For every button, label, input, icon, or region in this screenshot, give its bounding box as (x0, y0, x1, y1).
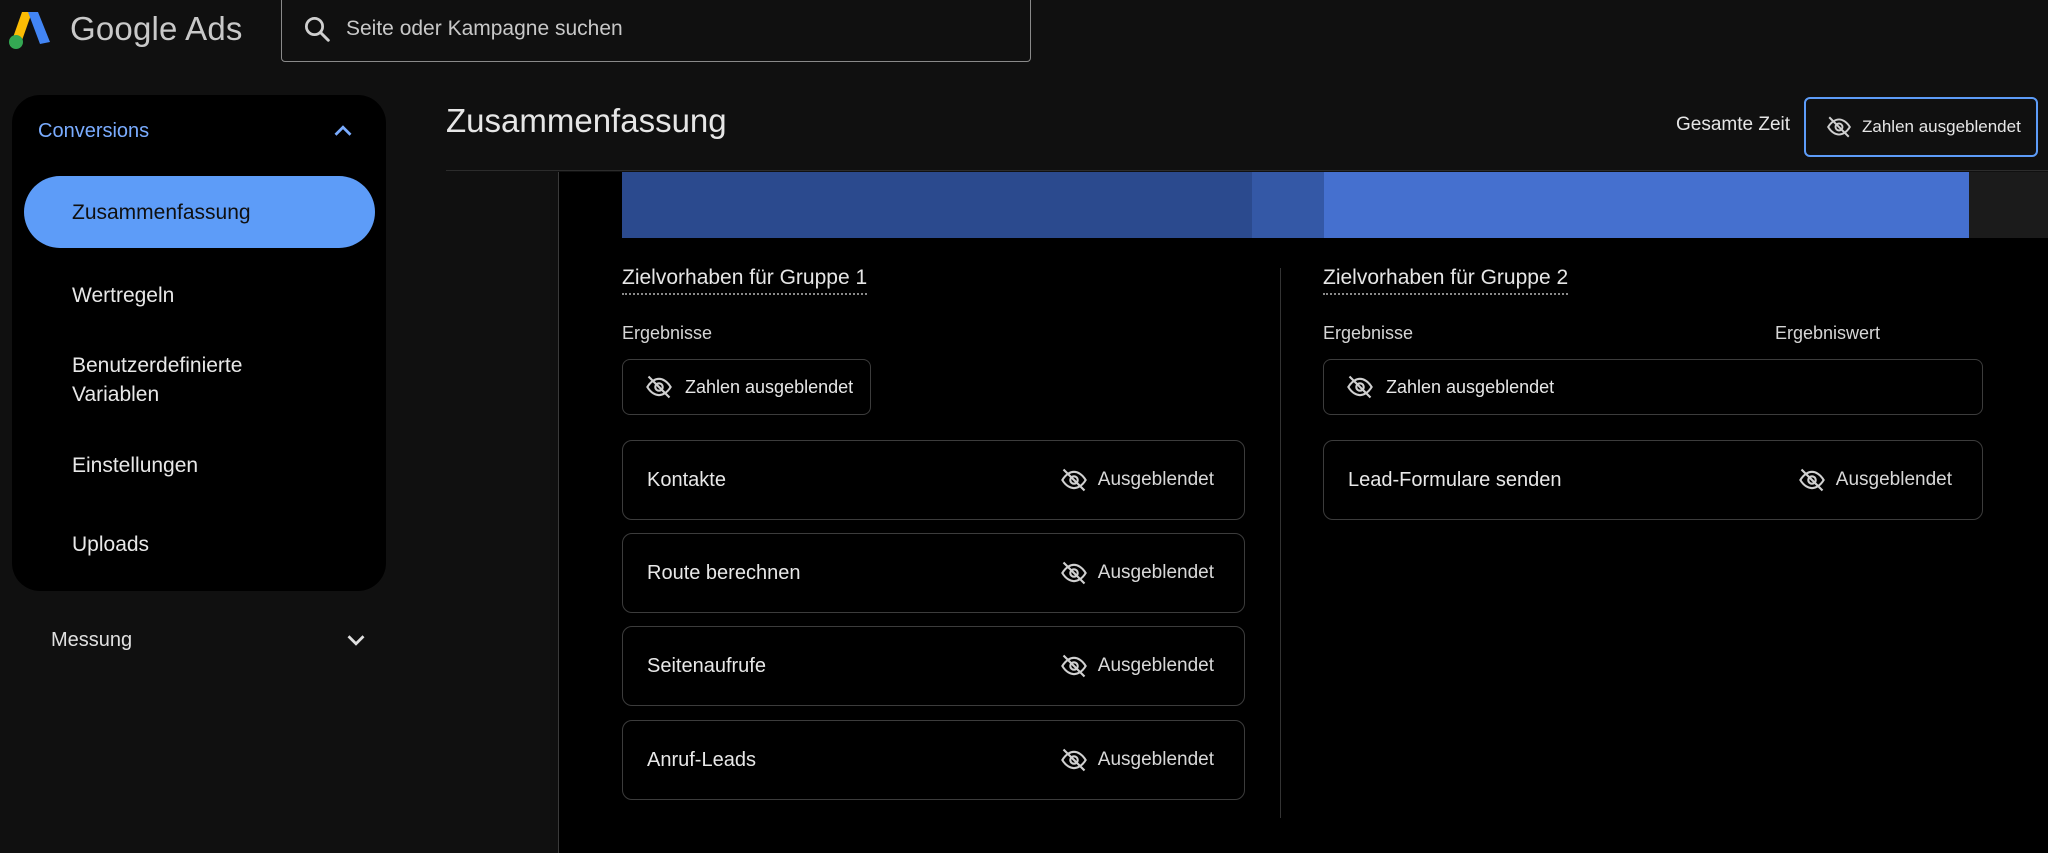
group2-value-label: Ergebniswert (1775, 323, 1881, 343)
hidden-numbers-label: Zahlen ausgeblendet (1386, 376, 1555, 397)
search-icon (305, 17, 330, 42)
status-label: Ausgeblendet (1097, 562, 1214, 583)
group1-hidden-numbers-pill: Zahlen ausgeblendet (622, 359, 871, 415)
search-box[interactable] (281, 0, 1031, 62)
conversion-name: Seitenaufrufe (647, 654, 766, 677)
status-label: Ausgeblendet (1097, 469, 1214, 490)
search-input[interactable] (346, 17, 986, 41)
google-ads-app: Google Ads Conversions Zusammenfassung W… (0, 0, 2048, 853)
hidden-numbers-label: Zahlen ausgeblendet (685, 376, 854, 397)
sidebar-item-zusammenfassung[interactable]: Zusammenfassung (24, 176, 375, 248)
funnel-bar-segment-1 (622, 172, 1252, 238)
group1-title[interactable]: Zielvorhaben für Gruppe 1 (622, 266, 868, 295)
group1-row-route-berechnen[interactable]: Route berechnen Ausgeblendet (622, 533, 1245, 613)
group1-row-kontakte[interactable]: Kontakte Ausgeblendet (622, 440, 1245, 520)
sidebar-item-label: Wertregeln (72, 283, 175, 307)
product-name: Google Ads (70, 10, 243, 47)
group2-row-lead-formulare-senden[interactable]: Lead-Formulare senden Ausgeblendet (1323, 440, 1983, 520)
column-divider (1280, 268, 1281, 818)
eye-off-icon (1060, 468, 1087, 492)
funnel-bar-segment-2 (1252, 172, 1324, 238)
eye-off-icon (1060, 561, 1087, 585)
conversion-status: Ausgeblendet (1060, 652, 1214, 680)
eye-off-icon (646, 375, 672, 399)
group2-hidden-numbers-pill: Zahlen ausgeblendet (1323, 359, 1983, 415)
group1-row-anruf-leads[interactable]: Anruf-Leads Ausgeblendet (622, 720, 1245, 800)
sidebar-item-label: Uploads (72, 532, 150, 556)
sidebar-item-label: Benutzerdefinierte Variablen (72, 354, 243, 406)
chevron-up-icon (334, 125, 352, 136)
time-range-selector[interactable]: Gesamte Zeit (1676, 114, 1790, 136)
eye-off-icon (1798, 468, 1825, 492)
conversion-status: Ausgeblendet (1798, 466, 1952, 494)
status-label: Ausgeblendet (1097, 749, 1214, 770)
status-label: Ausgeblendet (1097, 655, 1214, 676)
eye-off-icon (1827, 116, 1851, 138)
sidebar-item-wertregeln[interactable]: Wertregeln (24, 280, 374, 310)
sidebar-conversions-panel (12, 95, 386, 591)
sidebar-section-label: Messung (51, 628, 133, 651)
sidebar-item-uploads[interactable]: Uploads (24, 529, 374, 559)
conversion-status: Ausgeblendet (1060, 559, 1214, 587)
sidebar-section-messung[interactable]: Messung (51, 620, 371, 660)
conversion-name: Kontakte (647, 468, 726, 491)
conversion-status: Ausgeblendet (1060, 746, 1214, 774)
group2-results-label: Ergebnisse (1323, 323, 1414, 343)
hide-numbers-label: Zahlen ausgeblendet (1862, 117, 2021, 136)
sidebar-item-einstellungen[interactable]: Einstellungen (24, 450, 374, 480)
page-title: Zusammenfassung (446, 102, 727, 139)
status-label: Ausgeblendet (1835, 469, 1952, 490)
funnel-bar-segment-4 (1969, 172, 2048, 238)
sidebar-item-label: Einstellungen (72, 453, 199, 477)
conversion-name: Anruf-Leads (647, 748, 756, 771)
sidebar-item-benutzerdefinierte-variablen[interactable]: Benutzerdefinierte Variablen (24, 350, 324, 410)
eye-off-icon (1060, 654, 1087, 678)
eye-off-icon (1347, 375, 1373, 399)
google-ads-logo[interactable]: Google Ads (8, 4, 243, 54)
group1-row-seitenaufrufe[interactable]: Seitenaufrufe Ausgeblendet (622, 626, 1245, 706)
conversion-name: Route berechnen (647, 561, 801, 584)
conversion-name: Lead-Formulare senden (1348, 468, 1562, 491)
conversion-status: Ausgeblendet (1060, 466, 1214, 494)
funnel-bar-segment-3 (1324, 172, 1969, 238)
sidebar-section-label: Conversions (38, 119, 150, 142)
hide-numbers-toggle-button[interactable]: Zahlen ausgeblendet (1804, 97, 2038, 157)
sidebar-item-label: Zusammenfassung (72, 200, 251, 224)
sidebar-section-conversions[interactable]: Conversions (38, 111, 358, 151)
header-divider (446, 170, 2048, 171)
chevron-down-icon (347, 635, 365, 646)
group1-results-label: Ergebnisse (622, 323, 713, 343)
google-ads-logo-icon (9, 12, 50, 49)
group2-title[interactable]: Zielvorhaben für Gruppe 2 (1323, 266, 1569, 295)
eye-off-icon (1060, 748, 1087, 772)
